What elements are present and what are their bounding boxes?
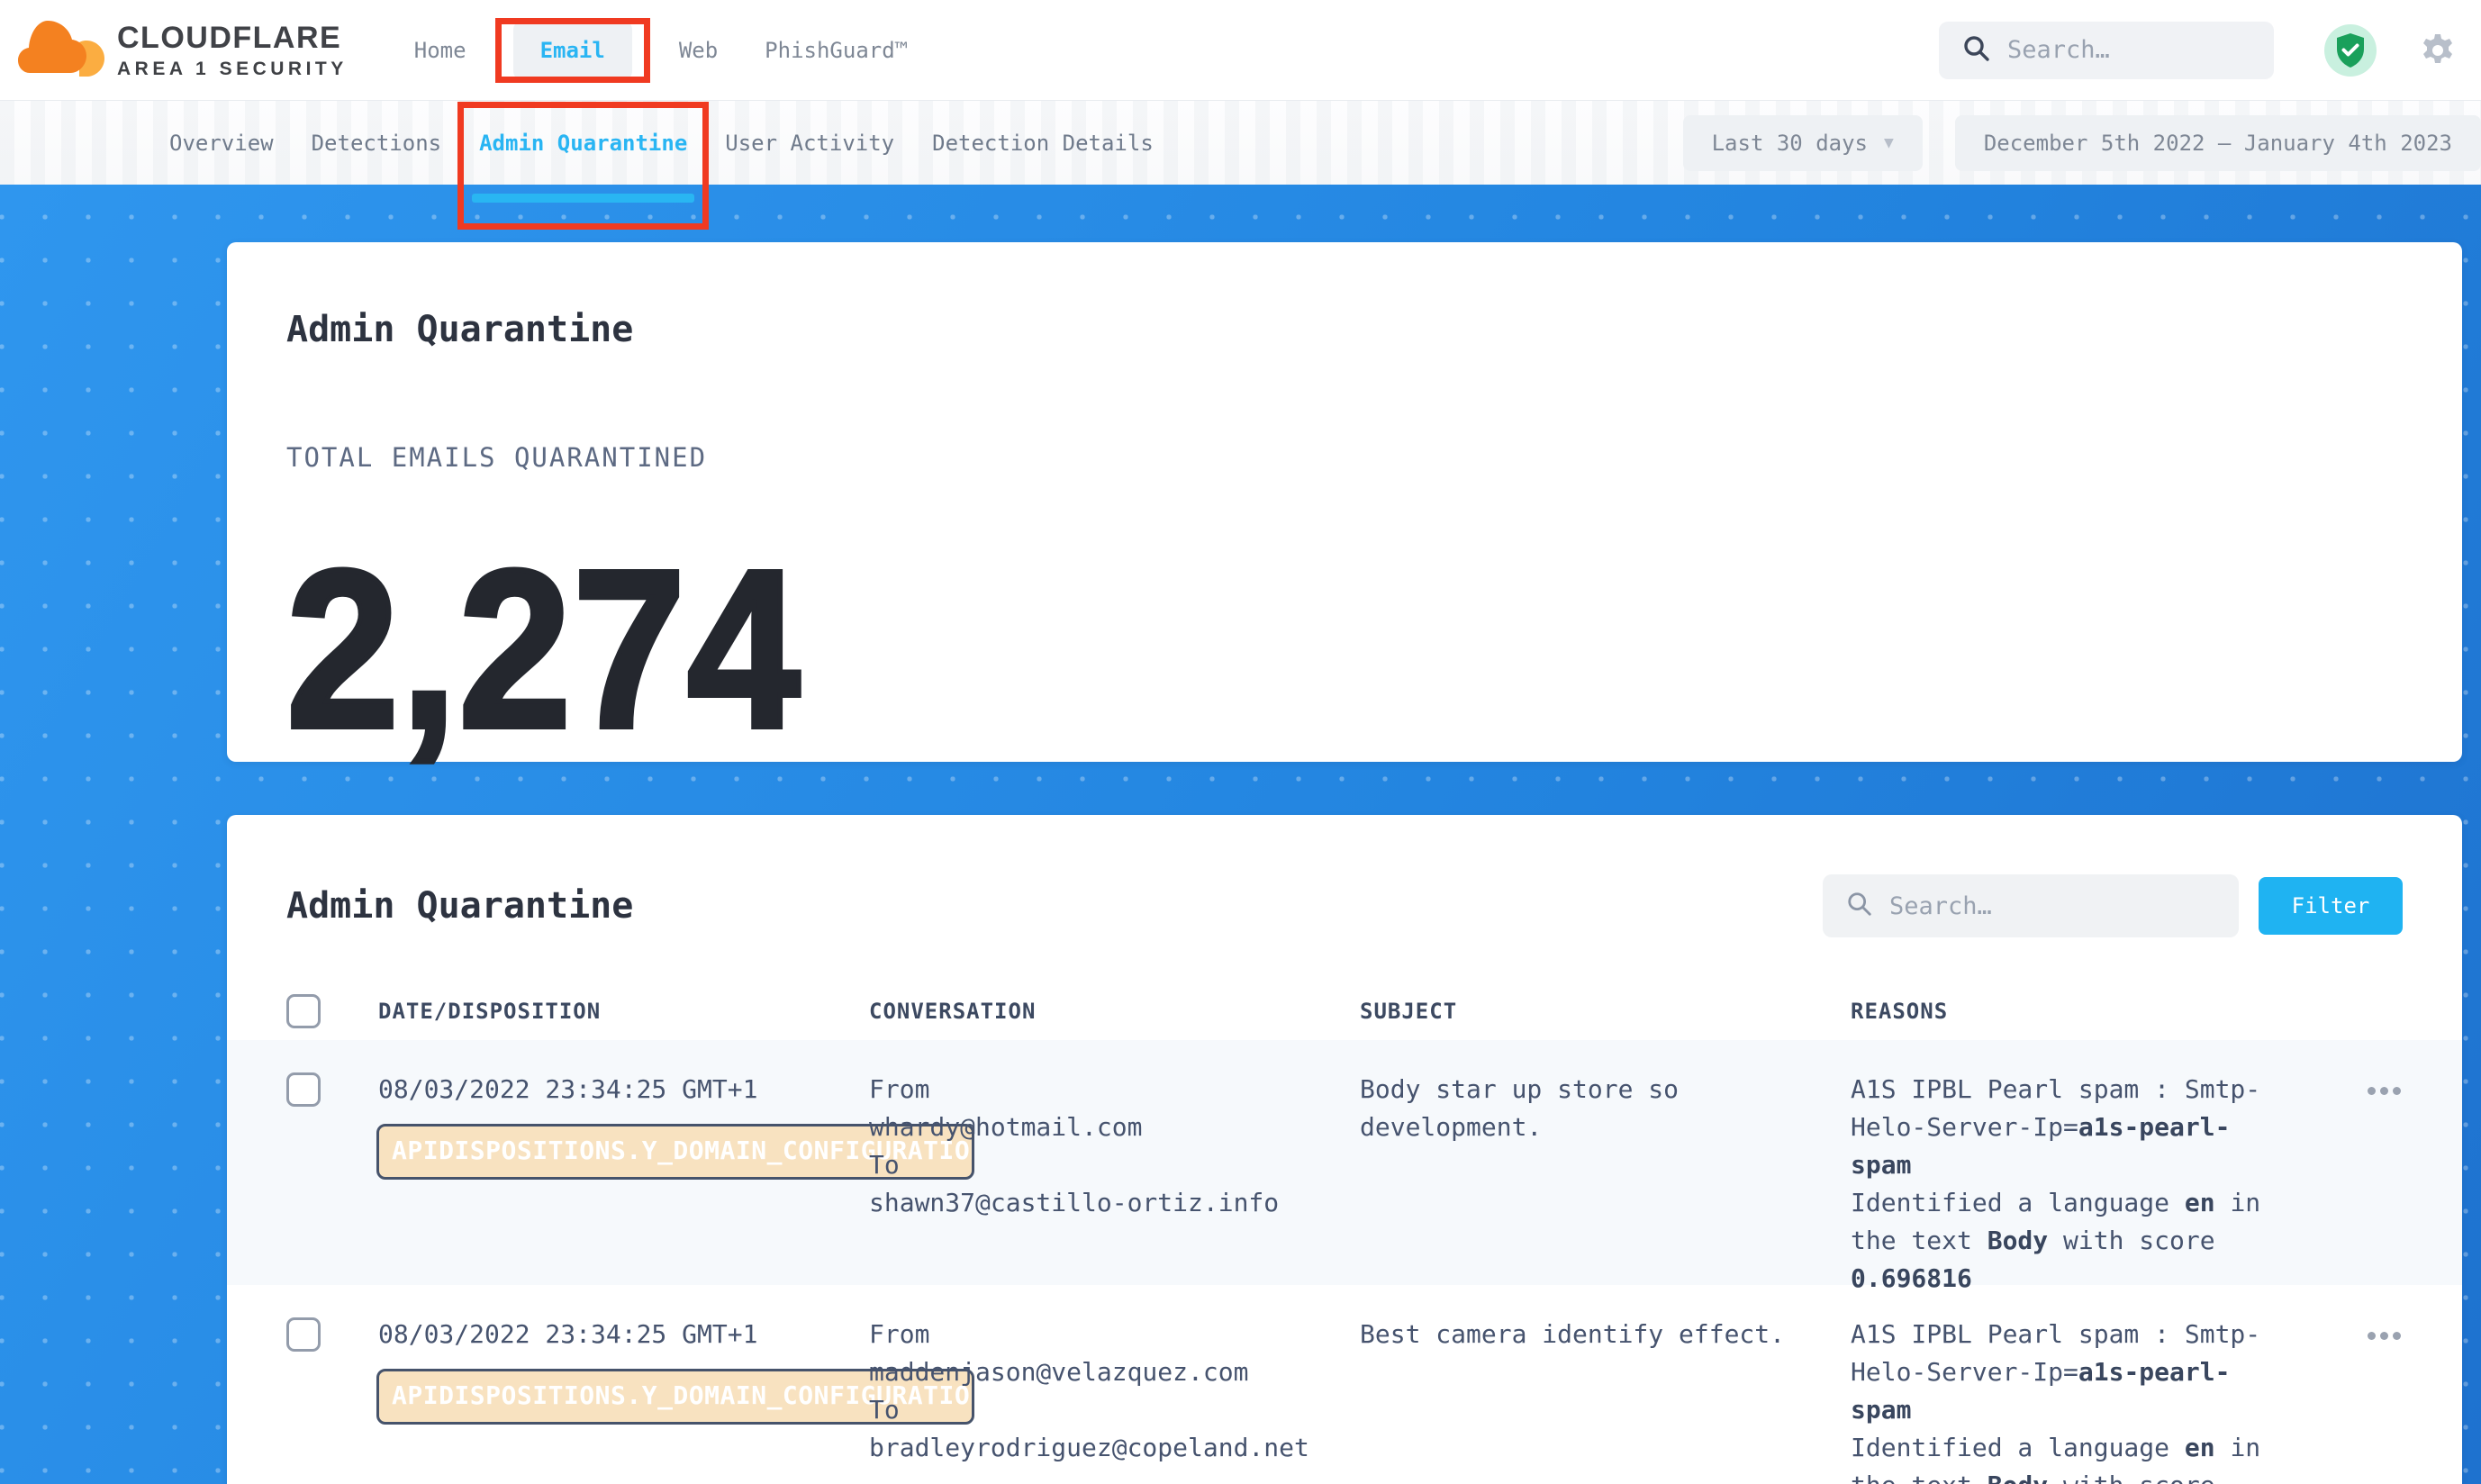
col-header-conversation: CONVERSATION xyxy=(869,999,1360,1024)
time-range-dropdown[interactable]: Last 30 days ▼ xyxy=(1683,115,1923,171)
tab-admin-quarantine-label: Admin Quarantine xyxy=(479,131,687,156)
to-label: To xyxy=(869,1146,1360,1184)
main-content: Admin Quarantine TOTAL EMAILS QUARANTINE… xyxy=(0,185,2481,1484)
reasons-cell: A1S IPBL Pearl spam : Smtp-Helo-Server-I… xyxy=(1851,1316,2269,1484)
filter-button[interactable]: Filter xyxy=(2259,877,2403,935)
reasons-cell: A1S IPBL Pearl spam : Smtp-Helo-Server-I… xyxy=(1851,1071,2269,1298)
row-menu-icon[interactable] xyxy=(2366,1326,2403,1484)
from-label: From xyxy=(869,1316,1360,1353)
tab-overview[interactable]: Overview xyxy=(169,131,274,156)
brand-subtitle: AREA 1 SECURITY xyxy=(117,59,348,80)
row-subject: Best camera identify effect. xyxy=(1360,1319,1785,1349)
date-range-display[interactable]: December 5th 2022 — January 4th 2023 xyxy=(1955,115,2481,171)
reason-text: with score xyxy=(2048,1470,2214,1484)
search-icon xyxy=(1962,34,1991,67)
reason-text: Identified a language xyxy=(1851,1433,2185,1462)
select-all-checkbox[interactable] xyxy=(286,994,321,1028)
primary-nav: Home Email Web PhishGuard™ xyxy=(414,38,908,63)
quarantine-table-card: Admin Quarantine Filter DATE/DISPOSITION… xyxy=(227,815,2462,1484)
to-label: To xyxy=(869,1391,1360,1429)
row-date: 08/03/2022 23:34:25 GMT+1 xyxy=(378,1074,757,1104)
active-tab-underline xyxy=(472,194,694,203)
global-search[interactable] xyxy=(1939,22,2274,79)
reason-bold: Body xyxy=(1988,1226,2048,1255)
total-quarantined-label: TOTAL EMAILS QUARANTINED xyxy=(286,442,2403,473)
reason-bold: Body xyxy=(1988,1470,2048,1484)
reason-text: Identified a language xyxy=(1851,1188,2185,1217)
chevron-down-icon: ▼ xyxy=(1884,133,1894,152)
table-card-title: Admin Quarantine xyxy=(286,885,633,927)
row-checkbox[interactable] xyxy=(286,1072,321,1107)
conversation-cell: From whardy@hotmail.com To shawn37@casti… xyxy=(869,1071,1360,1298)
subject-cell: Best camera identify effect. xyxy=(1360,1316,1792,1484)
time-range-label: Last 30 days xyxy=(1712,131,1868,156)
nav-item-phishguard[interactable]: PhishGuard™ xyxy=(765,38,908,63)
brand-logo: CLOUDFLARE AREA 1 SECURITY xyxy=(18,17,348,84)
from-email[interactable]: maddenjason@velazquez.com xyxy=(869,1353,1360,1391)
tab-detection-details[interactable]: Detection Details xyxy=(932,131,1154,156)
table-header-row: DATE/DISPOSITION CONVERSATION SUBJECT RE… xyxy=(286,982,2403,1040)
settings-gear-icon[interactable] xyxy=(2420,32,2456,68)
summary-card-title: Admin Quarantine xyxy=(286,309,2403,350)
row-checkbox[interactable] xyxy=(286,1317,321,1352)
reason-bold: en xyxy=(2185,1188,2215,1217)
subject-cell: Body star up store so development. xyxy=(1360,1071,1792,1298)
col-header-reasons: REASONS xyxy=(1851,999,2359,1024)
nav-item-email[interactable]: Email xyxy=(513,21,632,80)
col-header-subject: SUBJECT xyxy=(1360,999,1851,1024)
from-email[interactable]: whardy@hotmail.com xyxy=(869,1108,1360,1146)
table-search[interactable] xyxy=(1823,874,2239,937)
tab-admin-quarantine[interactable]: Admin Quarantine xyxy=(479,131,687,156)
protection-status-icon[interactable] xyxy=(2324,24,2377,77)
global-search-input[interactable] xyxy=(2007,36,2250,64)
reason-bold: en xyxy=(2185,1433,2215,1462)
annotation-box-email: Email xyxy=(513,38,632,63)
reason-text: with score xyxy=(2048,1226,2214,1255)
email-subnav: Overview Detections Admin Quarantine Use… xyxy=(0,101,2481,185)
from-label: From xyxy=(869,1071,1360,1108)
row-menu-icon[interactable] xyxy=(2366,1081,2403,1298)
cloudflare-cloud-icon xyxy=(18,17,104,84)
col-header-date: DATE/DISPOSITION xyxy=(378,999,869,1024)
quarantine-table: DATE/DISPOSITION CONVERSATION SUBJECT RE… xyxy=(286,982,2403,1484)
search-icon xyxy=(1846,891,1873,921)
to-email[interactable]: bradleyrodriguez@copeland.net xyxy=(869,1429,1360,1467)
brand-name: CLOUDFLARE xyxy=(117,21,348,56)
table-search-input[interactable] xyxy=(1889,892,2215,920)
table-row: 08/03/2022 23:34:25 GMT+1 From maddenjas… xyxy=(227,1285,2462,1484)
nav-item-web[interactable]: Web xyxy=(679,38,718,63)
date-range-text: December 5th 2022 — January 4th 2023 xyxy=(1984,131,2452,156)
row-subject: Body star up store so development. xyxy=(1360,1074,1679,1142)
conversation-cell: From maddenjason@velazquez.com To bradle… xyxy=(869,1316,1360,1484)
total-quarantined-value: 2,274 xyxy=(286,559,2191,739)
tab-detections[interactable]: Detections xyxy=(312,131,442,156)
to-email[interactable]: shawn37@castillo-ortiz.info xyxy=(869,1184,1360,1222)
summary-card: Admin Quarantine TOTAL EMAILS QUARANTINE… xyxy=(227,242,2462,762)
row-date: 08/03/2022 23:34:25 GMT+1 xyxy=(378,1319,757,1349)
nav-item-home[interactable]: Home xyxy=(414,38,466,63)
tab-user-activity[interactable]: User Activity xyxy=(725,131,894,156)
table-row: 08/03/2022 23:34:25 GMT+1 From whardy@ho… xyxy=(227,1040,2462,1285)
top-header: CLOUDFLARE AREA 1 SECURITY Home Email We… xyxy=(0,0,2481,101)
date-cell: 08/03/2022 23:34:25 GMT+1 xyxy=(378,1071,869,1298)
